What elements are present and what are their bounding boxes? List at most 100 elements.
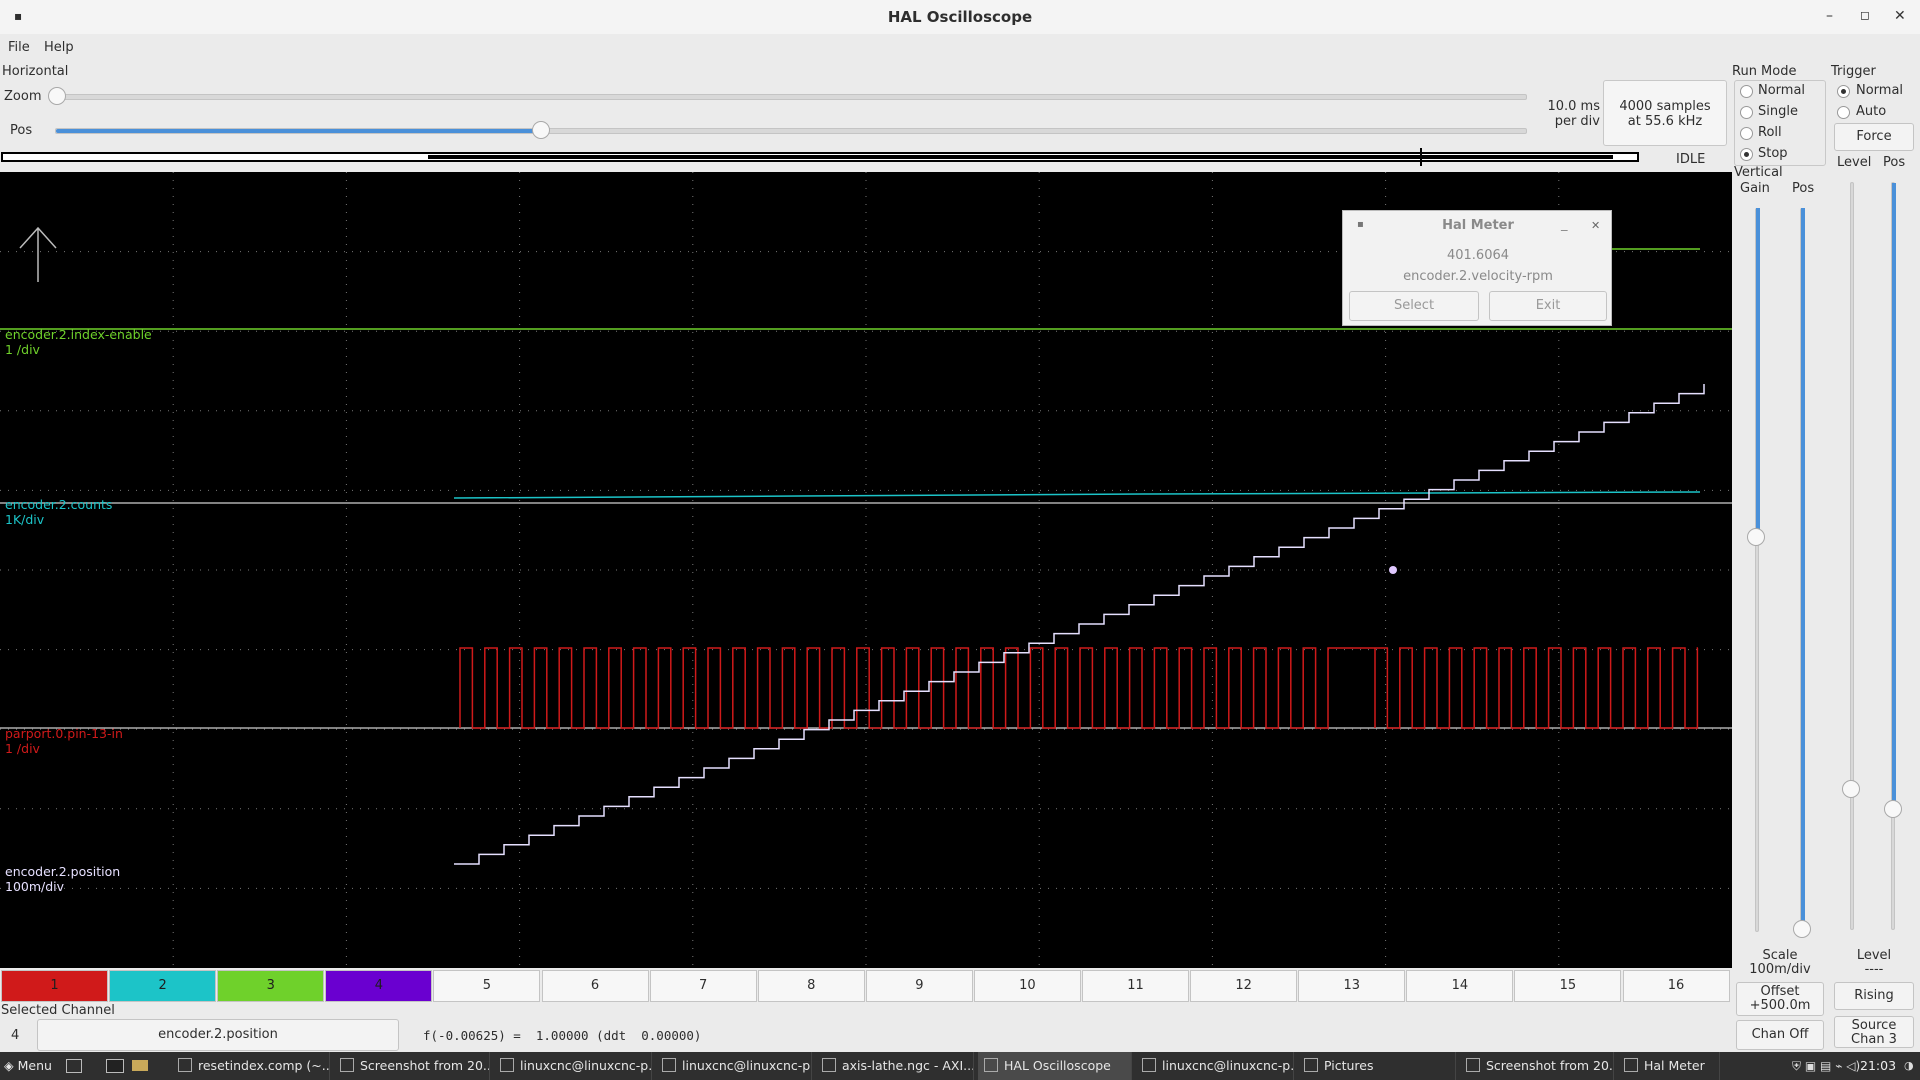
gain-label: Gain	[1740, 181, 1770, 196]
menu-icon: ◈	[4, 1058, 18, 1073]
vertical-pos-slider-handle[interactable]	[1793, 920, 1811, 938]
taskbar-item[interactable]: linuxcnc@linuxcnc-p...	[1136, 1052, 1294, 1080]
run-mode-radio-roll[interactable]	[1740, 127, 1753, 140]
channel-button-14[interactable]: 14	[1406, 970, 1514, 1002]
trigger-level-slider-track[interactable]	[1850, 182, 1854, 930]
hal-meter-minimize-icon[interactable]: _	[1561, 217, 1568, 232]
channel-3-trace	[459, 647, 1699, 729]
trigger-edge-button[interactable]: Rising	[1834, 982, 1914, 1010]
trigger-level-readout: Level ----	[1856, 948, 1892, 977]
channel-button-7[interactable]: 7	[649, 970, 757, 1002]
channel-3-label: parport.0.pin-13-in 1 /div	[5, 726, 123, 756]
tray-lock-icon[interactable]: ▤	[1820, 1059, 1831, 1073]
channel-button-15[interactable]: 15	[1514, 970, 1622, 1002]
trigger-radio-normal[interactable]	[1837, 85, 1850, 98]
run-mode-group-label: Run Mode	[1732, 64, 1797, 79]
selected-channel-number: 4	[11, 1028, 20, 1043]
run-mode-radio-stop[interactable]	[1740, 148, 1753, 161]
taskbar-item[interactable]: Screenshot from 20...	[334, 1052, 490, 1080]
start-menu-button[interactable]: ◈ Menu	[4, 1052, 52, 1080]
cursor-marker[interactable]	[1389, 566, 1397, 574]
close-icon[interactable]: ✕	[1894, 8, 1906, 24]
taskbar-item[interactable]: Pictures	[1298, 1052, 1456, 1080]
channel-button-10[interactable]: 10	[973, 970, 1081, 1002]
zoom-slider-handle[interactable]	[48, 87, 66, 105]
trigger-label-auto: Auto	[1856, 104, 1887, 119]
taskbar-item[interactable]: Hal Meter	[1618, 1052, 1720, 1080]
tray-volume-icon[interactable]: ◁)	[1846, 1059, 1860, 1073]
taskbar-item[interactable]: HAL Oscilloscope	[978, 1052, 1132, 1080]
channel-button-4[interactable]: 4	[325, 970, 433, 1002]
hal-meter-title: Hal Meter	[1442, 218, 1514, 233]
taskbar-item-label: Screenshot from 20...	[360, 1058, 490, 1073]
clock: 21:03	[1860, 1058, 1897, 1073]
channel-button-1[interactable]: 1	[1, 970, 109, 1002]
selected-channel-name-button[interactable]: encoder.2.position	[37, 1019, 399, 1051]
status-text: IDLE	[1676, 152, 1706, 167]
window-icon	[1304, 1058, 1318, 1072]
run-mode-label-roll: Roll	[1758, 125, 1782, 140]
record-position-window	[428, 155, 1613, 159]
tray-shield-icon[interactable]: ⛨	[1792, 1059, 1801, 1073]
trigger-label-normal: Normal	[1856, 83, 1904, 98]
zoom-slider-track[interactable]	[55, 94, 1527, 100]
trigger-level-slider-handle[interactable]	[1842, 780, 1860, 798]
quick-launch-folder-icon[interactable]	[132, 1060, 148, 1071]
force-button[interactable]: Force	[1834, 123, 1914, 151]
run-mode-radio-normal[interactable]	[1740, 85, 1753, 98]
channel-button-13[interactable]: 13	[1298, 970, 1406, 1002]
run-mode-radio-single[interactable]	[1740, 106, 1753, 119]
channel-button-5[interactable]: 5	[433, 970, 541, 1002]
channel-button-6[interactable]: 6	[541, 970, 649, 1002]
window-title: HAL Oscilloscope	[887, 8, 1033, 26]
taskbar-item[interactable]: linuxcnc@linuxcnc-p...	[494, 1052, 652, 1080]
taskbar-item[interactable]: Screenshot from 20...	[1460, 1052, 1614, 1080]
taskbar-item-label: Pictures	[1324, 1058, 1374, 1073]
run-mode-label-stop: Stop	[1758, 146, 1788, 161]
menu-help[interactable]: Help	[44, 40, 74, 55]
tray-wifi-icon[interactable]: ⌁	[1835, 1059, 1842, 1073]
offset-button[interactable]: Offset +500.0m	[1736, 982, 1824, 1016]
power-icon[interactable]: ◑	[1904, 1052, 1914, 1080]
trigger-radio-auto[interactable]	[1837, 106, 1850, 119]
hal-meter-close-icon[interactable]: ✕	[1591, 219, 1600, 232]
taskbar-item[interactable]: axis-lathe.ngc - AXI...	[816, 1052, 974, 1080]
channel-button-16[interactable]: 16	[1622, 970, 1730, 1002]
taskbar-item[interactable]: linuxcnc@linuxcnc-p...	[656, 1052, 812, 1080]
window-icon	[340, 1058, 354, 1072]
channel-button-3[interactable]: 3	[217, 970, 325, 1002]
window-icon	[984, 1058, 998, 1072]
trigger-source-button[interactable]: Source Chan 3	[1834, 1016, 1914, 1048]
quick-launch-box-icon[interactable]	[66, 1059, 82, 1073]
channel-button-11[interactable]: 11	[1082, 970, 1190, 1002]
cursor-readout: f(-0.00625) = 1.00000 (ddt 0.00000)	[423, 1028, 702, 1043]
trigger-arrow-icon	[19, 226, 57, 282]
channel-button-9[interactable]: 9	[865, 970, 973, 1002]
menu-bar	[0, 34, 1920, 60]
hal-meter-exit-button[interactable]: Exit	[1489, 291, 1607, 321]
quick-launch-terminal-icon[interactable]	[106, 1059, 124, 1073]
pos-label: Pos	[10, 123, 33, 138]
trigger-position-marker	[1420, 148, 1422, 166]
gain-slider-handle[interactable]	[1747, 528, 1765, 546]
window-icon	[178, 1058, 192, 1072]
channel-4-trace	[454, 384, 1705, 865]
channel-button-8[interactable]: 8	[757, 970, 865, 1002]
channel-button-2[interactable]: 2	[109, 970, 217, 1002]
tray-network-icon[interactable]: ▣	[1805, 1059, 1816, 1073]
taskbar-item-label: axis-lathe.ngc - AXI...	[842, 1058, 974, 1073]
taskbar-item[interactable]: resetindex.comp (~...	[172, 1052, 330, 1080]
maximize-icon[interactable]: ◻	[1860, 8, 1870, 22]
minimize-icon[interactable]: –	[1826, 8, 1833, 24]
pos-slider-fill	[56, 129, 542, 133]
pos-slider-handle[interactable]	[532, 121, 551, 139]
trigger-pos-slider-handle[interactable]	[1884, 800, 1902, 818]
channel-1-label: encoder.2.index-enable 1 /div	[5, 327, 152, 357]
channel-button-12[interactable]: 12	[1190, 970, 1298, 1002]
horizontal-group-label: Horizontal	[2, 64, 69, 79]
time-per-div: 10.0 ms per div	[1547, 99, 1600, 129]
menu-file[interactable]: File	[8, 40, 30, 55]
run-mode-label-single: Single	[1758, 104, 1798, 119]
chan-off-button[interactable]: Chan Off	[1736, 1020, 1824, 1050]
hal-meter-select-button[interactable]: Select	[1349, 291, 1479, 321]
